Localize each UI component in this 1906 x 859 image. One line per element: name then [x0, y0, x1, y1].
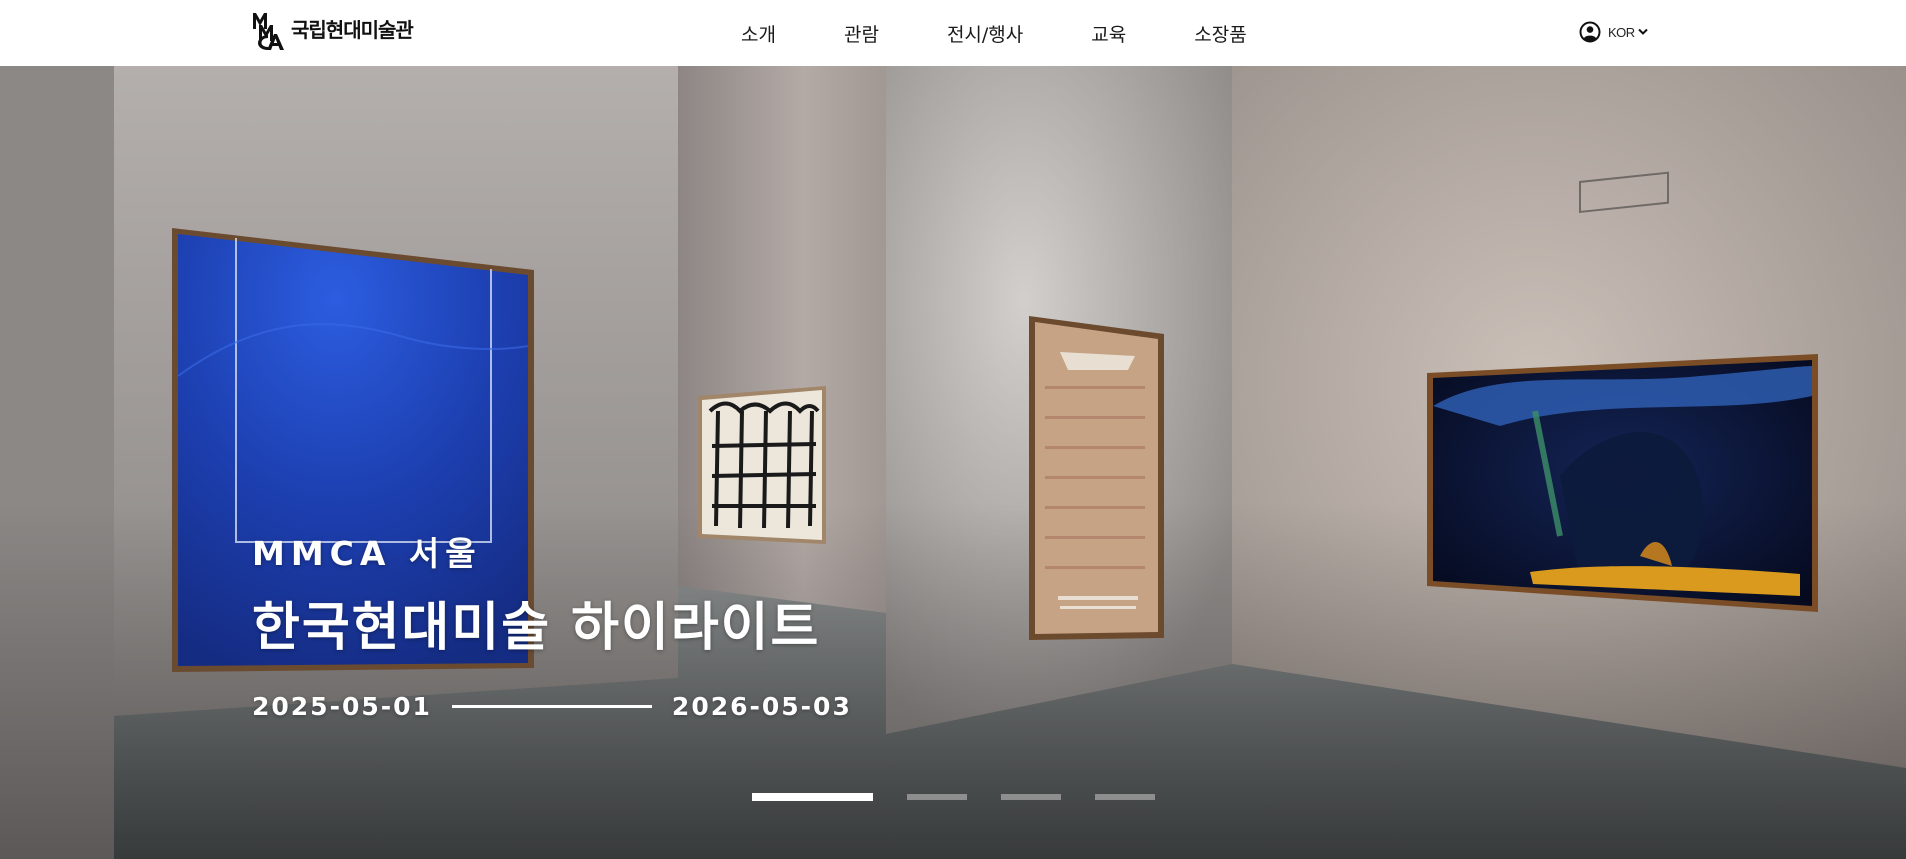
exhibition-venue: MMCA 서울 [252, 534, 482, 573]
end-date: 2026-05-03 [671, 692, 852, 721]
logo-text: 국립현대미술관 [291, 17, 414, 42]
slide-indicator-1[interactable] [752, 793, 873, 801]
nav-item-education[interactable]: 교육 [1091, 20, 1126, 47]
nav-item-about[interactable]: 소개 [741, 20, 776, 47]
nav-item-visit[interactable]: 관람 [844, 20, 879, 47]
main-nav: 소개 관람 전시/행사 교육 소장품 [741, 0, 1247, 66]
chevron-down-icon [1637, 28, 1648, 35]
header-utilities: KOR [1579, 19, 1648, 45]
nav-item-exhibitions-events[interactable]: 전시/행사 [947, 20, 1023, 47]
slide-pagination [752, 793, 1155, 801]
exhibition-dates: 2025-05-01 2026-05-03 [252, 692, 852, 721]
exhibition-title[interactable]: 한국현대미술 하이라이트 [252, 602, 852, 654]
language-label: KOR [1608, 24, 1635, 40]
nav-item-collection[interactable]: 소장품 [1194, 20, 1246, 47]
hero-slider: MMCA 서울 한국현대미술 하이라이트 2025-05-01 2026-05-… [0, 66, 1906, 859]
gallery-photo [0, 66, 1906, 859]
slide-indicator-3[interactable] [1001, 794, 1061, 800]
mmca-logo[interactable]: 국립현대미술관 [252, 11, 414, 51]
language-selector[interactable]: KOR [1608, 25, 1648, 40]
mmca-logo-mark-icon [253, 13, 284, 50]
slide-indicator-2[interactable] [907, 794, 967, 800]
hero-caption: MMCA 서울 한국현대미술 하이라이트 2025-05-01 2026-05-… [252, 537, 852, 721]
start-date: 2025-05-01 [252, 692, 432, 721]
user-circle-icon[interactable] [1579, 21, 1601, 43]
slide-indicator-4[interactable] [1095, 794, 1155, 800]
site-header: 국립현대미술관 소개 관람 전시/행사 교육 소장품 KOR [0, 0, 1906, 66]
date-divider [451, 705, 652, 708]
